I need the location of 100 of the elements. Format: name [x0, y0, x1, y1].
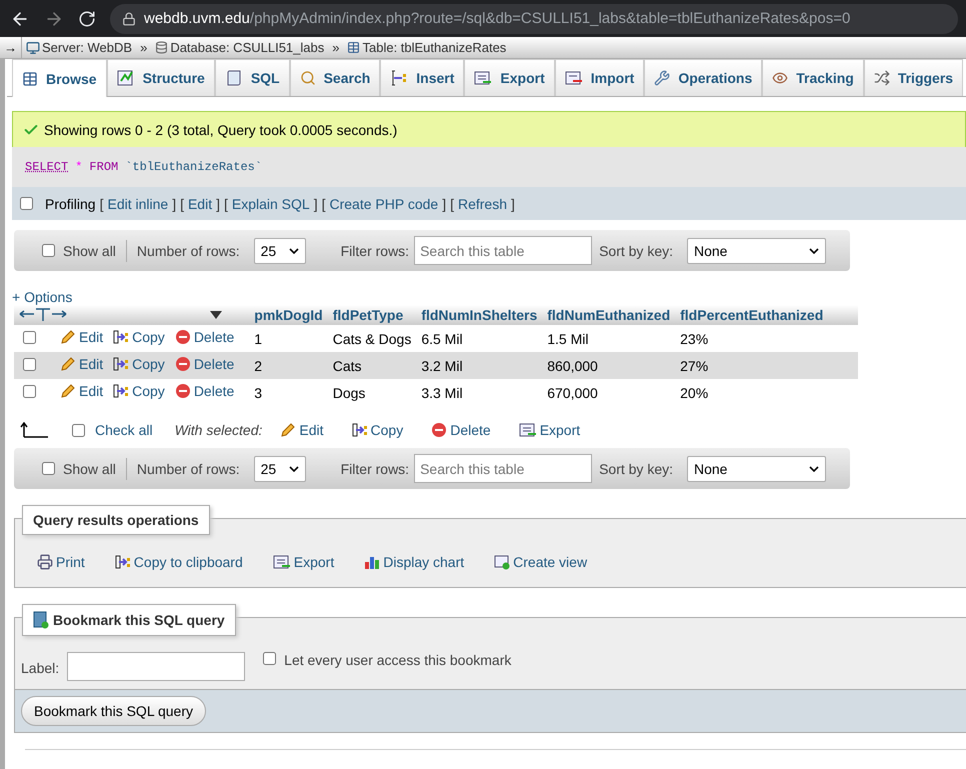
export-icon [272, 554, 291, 570]
rows-select[interactable]: 25 [254, 456, 306, 482]
profiling-checkbox[interactable] [20, 197, 33, 210]
rows-select[interactable]: 25 [254, 238, 306, 264]
column-header[interactable]: fldPercentEuthanized [675, 305, 858, 325]
column-header[interactable]: fldNumInShelters [416, 305, 542, 325]
copy-link[interactable]: Copy to clipboard [114, 554, 243, 570]
action-link[interactable]: Edit inline [107, 196, 168, 212]
edit-link[interactable]: Edit [280, 422, 324, 438]
bracket: ] [442, 196, 446, 212]
print-link[interactable]: Print [37, 554, 85, 570]
action-link[interactable]: Refresh [458, 196, 507, 212]
sql-token: * [75, 160, 82, 174]
show-all-checkbox[interactable] [42, 244, 55, 257]
action-link[interactable]: Explain SQL [232, 196, 310, 212]
copy-link[interactable]: Copy [113, 356, 165, 372]
column-header[interactable]: fldPetType [328, 305, 416, 325]
sql-token: FROM [89, 160, 118, 174]
bracket: ] [511, 196, 515, 212]
tab[interactable]: Triggers [864, 59, 964, 96]
delete-icon [174, 356, 191, 372]
table-icon [22, 70, 38, 86]
tab[interactable]: Operations [644, 59, 762, 96]
table-cell: Cats & Dogs [328, 325, 416, 352]
sql-token: `tblEuthanizeRates` [125, 160, 262, 174]
show-all-label: Show all [63, 460, 116, 476]
column-header[interactable]: pmkDogId [249, 305, 328, 325]
export-link[interactable]: Export [272, 554, 334, 570]
sort-select[interactable]: None [687, 238, 826, 264]
share-checkbox[interactable] [263, 652, 276, 665]
bracket: ] [216, 196, 220, 212]
chart-link[interactable]: Display chart [364, 554, 464, 570]
row-checkbox[interactable] [23, 384, 36, 398]
tab[interactable]: SQL [214, 59, 290, 96]
sql-keyword-link[interactable]: SELECT [25, 160, 68, 174]
tab[interactable]: Export [464, 59, 555, 96]
bar-chart-icon [364, 554, 380, 570]
breadcrumb-link[interactable]: Database: CSULLI51_labs [155, 40, 324, 55]
row-checkbox[interactable] [23, 330, 36, 344]
chevron-down-icon [809, 466, 819, 472]
export-link[interactable]: Export [518, 422, 580, 438]
tab[interactable]: Import [554, 59, 644, 96]
show-all-checkbox[interactable] [42, 462, 55, 475]
copy-icon [113, 383, 130, 399]
chevron-down-icon [288, 248, 299, 254]
edit-link[interactable]: Edit [60, 329, 104, 345]
copy-link[interactable]: Copy [352, 422, 404, 438]
column-arrows-icon[interactable] [19, 308, 69, 322]
message-text: Showing rows 0 - 2 (3 total, Query took 0.0005 seconds.) [44, 122, 398, 138]
copy-link[interactable]: Copy [113, 383, 165, 399]
action-link[interactable]: Edit [188, 196, 212, 212]
search-field[interactable]: Search this table [414, 454, 592, 483]
share-label: Let every user access this bookmark [284, 652, 512, 668]
breadcrumb-link[interactable]: Server: WebDB [26, 40, 132, 55]
column-header[interactable]: fldNumEuthanized [542, 305, 676, 325]
delete-link[interactable]: Delete [174, 383, 234, 399]
shuffle-icon [874, 70, 890, 86]
dropdown-icon[interactable] [210, 311, 222, 319]
search-field[interactable]: Search this table [414, 236, 592, 265]
table-cell: Dogs [328, 379, 416, 406]
bracket: [ [322, 196, 326, 212]
pencil-icon [60, 383, 76, 399]
rows-label: Number of rows: [136, 242, 240, 258]
rows-label: Number of rows: [136, 460, 240, 476]
breadcrumb-link[interactable]: Table: tblEuthanizeRates [347, 40, 506, 55]
delete-link[interactable]: Delete [431, 422, 491, 438]
copy-icon [352, 422, 368, 438]
import-icon [564, 70, 583, 86]
sort-select[interactable]: None [687, 456, 826, 482]
copy-link[interactable]: Copy [113, 329, 165, 345]
scroll-icon [224, 69, 243, 87]
table-cell: 2 [249, 352, 328, 379]
check-all-link[interactable]: Check all [95, 422, 153, 438]
export-icon [518, 422, 537, 438]
pencil-icon [60, 329, 76, 345]
reload-button[interactable] [78, 10, 96, 28]
view-link[interactable]: Create view [494, 554, 588, 570]
row-checkbox[interactable] [23, 358, 36, 370]
check-all-checkbox[interactable] [72, 424, 85, 436]
tab[interactable]: Structure [106, 59, 215, 96]
database-icon [155, 41, 168, 54]
table-cell: 20% [675, 379, 858, 406]
edit-link[interactable]: Edit [60, 356, 104, 372]
tab[interactable]: Insert [380, 59, 464, 96]
with-selected-label: With selected: [174, 422, 262, 438]
bracket: ] [172, 196, 176, 212]
label-input[interactable] [67, 652, 246, 681]
pencil-icon [280, 422, 296, 438]
action-link[interactable]: Create PHP code [329, 196, 438, 212]
edit-link[interactable]: Edit [60, 383, 104, 399]
printer-icon [37, 554, 53, 570]
tab[interactable]: Browse [12, 59, 107, 97]
delete-link[interactable]: Delete [174, 356, 234, 372]
bookmark-button[interactable]: Bookmark this SQL query [21, 696, 206, 726]
tab[interactable]: Search [290, 59, 380, 96]
options-link[interactable]: + Options [12, 289, 966, 305]
profiling-label: Profiling [45, 196, 96, 212]
tab[interactable]: Tracking [762, 59, 864, 96]
address-bar[interactable]: webdb.uvm.edu/phpMyAdmin/index.php?route=/sql&db=CSULLI51_labs&table=tblEuthanizeRates&pos=0 [110, 4, 958, 34]
delete-link[interactable]: Delete [174, 329, 234, 345]
